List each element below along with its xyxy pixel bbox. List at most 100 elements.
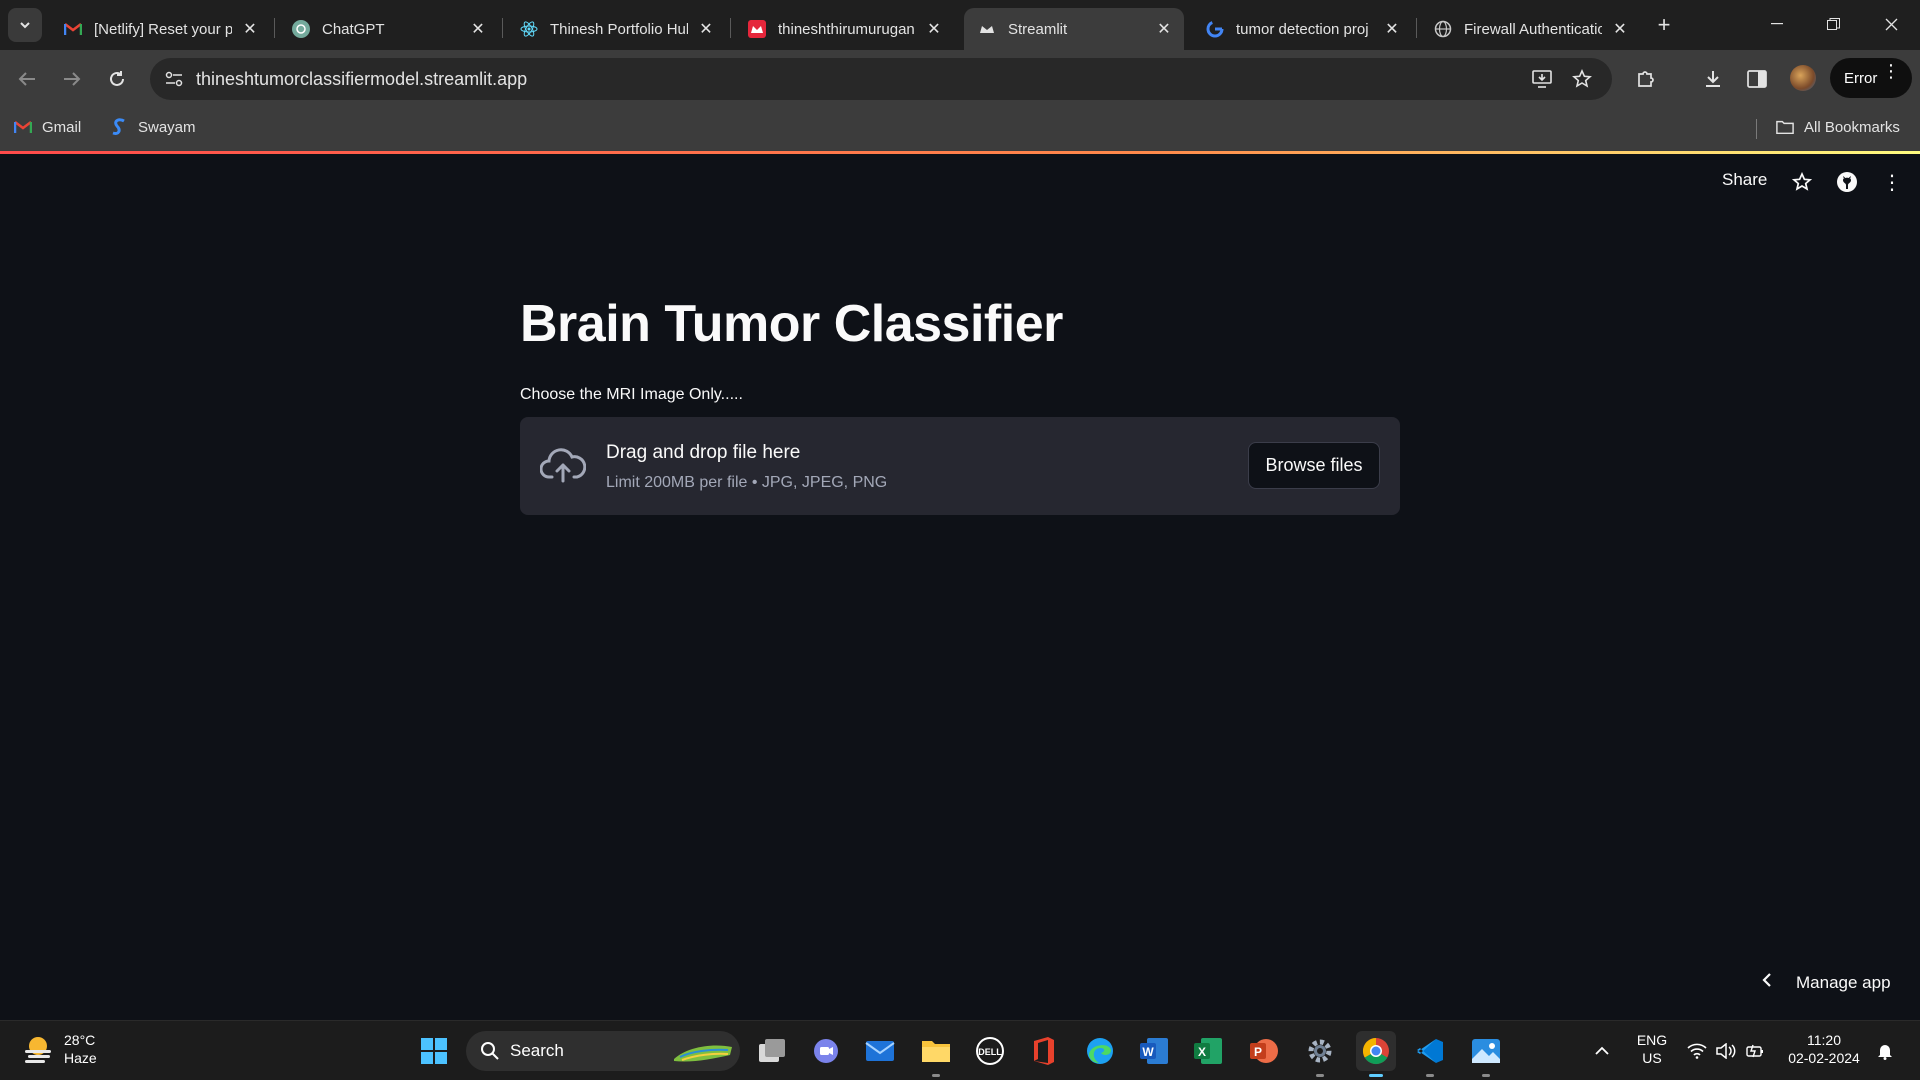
bookmarks-divider	[1756, 119, 1757, 139]
globe-icon	[1434, 20, 1452, 38]
teams-chat-app[interactable]	[806, 1031, 846, 1071]
extensions-button[interactable]	[1629, 62, 1663, 96]
chrome-icon	[1362, 1037, 1389, 1065]
streamlit-app: Share ⋮ Brain Tumor Classifier Choose th…	[0, 154, 1920, 1020]
dell-app[interactable]: DELL	[970, 1031, 1010, 1071]
tab-streamlit[interactable]: Streamlit ✕	[964, 8, 1184, 50]
tab-title: thineshthirumurugan	[778, 20, 915, 38]
side-panel-button[interactable]	[1740, 62, 1774, 96]
weather-widget[interactable]: 28°C Haze	[22, 1031, 97, 1067]
tab-netlify-reset[interactable]: [Netlify] Reset your p ✕	[50, 8, 270, 50]
edge-icon	[1087, 1038, 1113, 1064]
close-icon[interactable]: ✕	[1382, 19, 1402, 39]
excel-app[interactable]: X	[1188, 1031, 1228, 1071]
volume-icon[interactable]	[1715, 1041, 1737, 1061]
close-icon[interactable]: ✕	[1610, 19, 1630, 39]
download-icon	[1706, 71, 1720, 87]
browse-files-button[interactable]: Browse files	[1248, 442, 1380, 489]
address-bar[interactable]: thineshtumorclassifiermodel.streamlit.ap…	[150, 58, 1612, 100]
all-bookmarks-button[interactable]: All Bookmarks	[1776, 118, 1900, 136]
browser-toolbar: thineshtumorclassifiermodel.streamlit.ap…	[0, 50, 1920, 107]
side-panel-icon	[1747, 70, 1767, 88]
dell-icon: DELL	[976, 1037, 1004, 1065]
mail-app[interactable]	[860, 1031, 900, 1071]
battery-icon[interactable]	[1745, 1041, 1767, 1061]
restore-button[interactable]	[1810, 8, 1856, 40]
clock-date: 02-02-2024	[1788, 1050, 1860, 1066]
vscode-app[interactable]	[1410, 1031, 1450, 1077]
edge-app[interactable]	[1080, 1031, 1120, 1071]
tab-search-button[interactable]	[8, 8, 42, 42]
reload-button[interactable]	[100, 62, 134, 96]
address-url[interactable]: thineshtumorclassifiermodel.streamlit.ap…	[196, 69, 527, 90]
running-indicator	[932, 1074, 940, 1077]
github-icon[interactable]	[1835, 170, 1859, 194]
star-icon[interactable]	[1790, 170, 1814, 194]
bookmark-label: Gmail	[42, 118, 82, 136]
puzzle-icon	[1638, 71, 1654, 87]
site-info-icon[interactable]	[162, 67, 186, 91]
excel-icon: X	[1194, 1038, 1222, 1064]
minimize-button[interactable]	[1754, 8, 1800, 40]
arrow-right-icon	[64, 72, 81, 86]
tab-portfolio-hub[interactable]: Thinesh Portfolio Hub ✕	[506, 8, 726, 50]
streamlit-crown-icon	[978, 20, 996, 38]
svg-text:P: P	[1254, 1045, 1262, 1059]
close-icon[interactable]: ✕	[696, 19, 716, 39]
settings-app[interactable]	[1300, 1031, 1340, 1077]
swayam-icon	[110, 118, 128, 136]
close-window-button[interactable]	[1868, 8, 1914, 40]
task-view-button[interactable]	[752, 1031, 792, 1071]
clock[interactable]: 11:20 02-02-2024	[1780, 1031, 1868, 1067]
file-dropzone[interactable]: Drag and drop file here Limit 200MB per …	[520, 417, 1400, 515]
taskbar-search[interactable]: Search	[466, 1031, 740, 1071]
chrome-app[interactable]	[1356, 1031, 1396, 1077]
teams-chat-icon	[814, 1039, 838, 1063]
tab-tumor-detection[interactable]: tumor detection proj ✕	[1192, 8, 1412, 50]
close-icon[interactable]: ✕	[468, 19, 488, 39]
photos-app[interactable]	[1466, 1031, 1506, 1077]
back-button[interactable]	[10, 62, 44, 96]
cloud-upload-icon	[540, 448, 586, 483]
downloads-button[interactable]	[1696, 62, 1730, 96]
streamlit-red-icon	[748, 20, 766, 38]
office-app[interactable]	[1024, 1031, 1064, 1071]
notification-bell-icon[interactable]	[1874, 1041, 1896, 1061]
main-menu-icon[interactable]: ⋮	[1880, 170, 1904, 194]
profile-avatar[interactable]	[1790, 65, 1816, 91]
tab-thineshthirumurugan[interactable]: thineshthirumurugan ✕	[734, 8, 954, 50]
share-button[interactable]: Share	[1722, 170, 1767, 190]
profile-error-button[interactable]: Error ⋮	[1830, 58, 1912, 98]
tab-strip: [Netlify] Reset your p ✕ ChatGPT ✕ Thine…	[0, 0, 1920, 50]
share-label: Share	[1722, 170, 1768, 189]
bookmark-swayam[interactable]: Swayam	[110, 118, 196, 136]
tab-divider	[1416, 18, 1417, 38]
search-highlight-image	[674, 1045, 732, 1062]
close-icon[interactable]: ✕	[1154, 19, 1174, 39]
all-bookmarks-label: All Bookmarks	[1804, 118, 1900, 136]
bookmark-gmail[interactable]: Gmail	[14, 118, 81, 136]
forward-button[interactable]	[55, 62, 89, 96]
powerpoint-app[interactable]: P	[1244, 1031, 1284, 1071]
tab-firewall-auth[interactable]: Firewall Authenticatio ✕	[1420, 8, 1640, 50]
star-bookmark-icon[interactable]	[1570, 67, 1594, 91]
file-explorer-app[interactable]	[916, 1031, 956, 1077]
install-app-icon[interactable]	[1530, 67, 1554, 91]
folder-icon	[1776, 118, 1794, 136]
manage-app-button[interactable]: Manage app	[1762, 972, 1891, 993]
running-indicator	[1426, 1074, 1434, 1077]
close-icon[interactable]: ✕	[924, 19, 944, 39]
chevron-up-icon[interactable]	[1591, 1041, 1613, 1061]
word-app[interactable]: W	[1134, 1031, 1174, 1071]
start-button[interactable]	[414, 1031, 454, 1071]
bookmark-label: Swayam	[138, 118, 196, 136]
tab-chatgpt[interactable]: ChatGPT ✕	[278, 8, 498, 50]
language-indicator[interactable]: ENG US	[1632, 1031, 1672, 1067]
wifi-icon[interactable]	[1686, 1041, 1708, 1061]
weather-condition: Haze	[64, 1050, 97, 1066]
react-icon	[520, 20, 538, 38]
new-tab-button[interactable]: +	[1652, 12, 1676, 37]
close-icon[interactable]: ✕	[240, 19, 260, 39]
haze-sun-icon	[25, 1037, 51, 1063]
folder-icon	[922, 1041, 950, 1062]
